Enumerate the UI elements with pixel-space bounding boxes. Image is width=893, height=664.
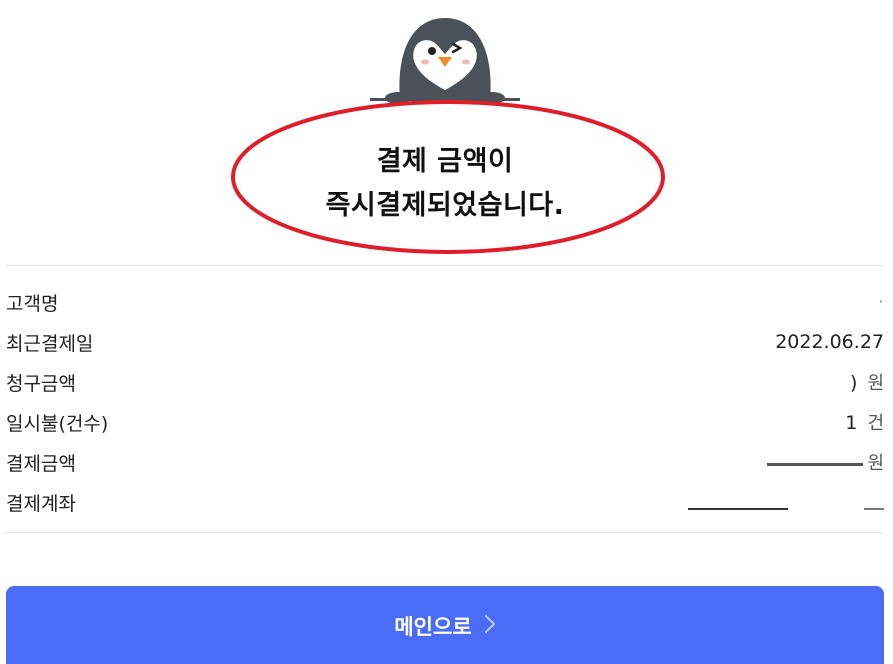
go-to-main-button[interactable]: 메인으로 <box>6 586 884 664</box>
info-value: 1 건 <box>845 409 884 435</box>
message-line-2: 즉시결제되었습니다. <box>325 190 565 221</box>
masked-value <box>767 456 864 468</box>
info-label: 최근결제일 <box>6 332 94 355</box>
info-value: 2022.06.27 <box>775 331 884 353</box>
payment-info-list: 고객명 · 최근결제일 2022.06.27 청구금액 ) 원 일시불(건수) … <box>6 282 884 522</box>
info-label: 고객명 <box>6 292 59 315</box>
info-row-payment-amount: 결제금액 원 <box>6 442 884 482</box>
divider <box>6 532 883 533</box>
info-value: · <box>878 291 884 313</box>
info-value <box>688 494 884 510</box>
masked-value: ) <box>849 372 858 394</box>
penguin-mascot-icon <box>370 18 520 104</box>
info-row-customer-name: 고객명 · <box>6 282 884 322</box>
info-value: 원 <box>767 449 884 475</box>
info-row-billed-amount: 청구금액 ) 원 <box>6 362 884 402</box>
info-row-payment-account: 결제계좌 <box>6 482 884 522</box>
masked-value <box>688 494 788 510</box>
masked-value: · <box>877 291 884 313</box>
chevron-right-icon <box>484 611 496 637</box>
count-value: 1 <box>845 412 858 434</box>
button-label: 메인으로 <box>394 615 472 639</box>
info-label: 결제계좌 <box>6 492 76 515</box>
info-row-last-payment-date: 최근결제일 2022.06.27 <box>6 322 884 362</box>
info-unit: 원 <box>867 373 884 394</box>
info-unit: 건 <box>867 413 884 434</box>
masked-value <box>864 494 884 510</box>
info-label: 결제금액 <box>6 452 76 475</box>
payment-complete-message: 결제 금액이 즉시결제되었습니다. <box>240 140 650 228</box>
info-label: 일시불(건수) <box>6 412 109 435</box>
info-row-lump-sum-count: 일시불(건수) 1 건 <box>6 402 884 442</box>
info-value: ) 원 <box>850 369 884 395</box>
divider <box>6 265 883 266</box>
message-line-1: 결제 금액이 <box>376 146 514 177</box>
info-unit: 원 <box>867 453 884 474</box>
info-label: 청구금액 <box>6 372 76 395</box>
